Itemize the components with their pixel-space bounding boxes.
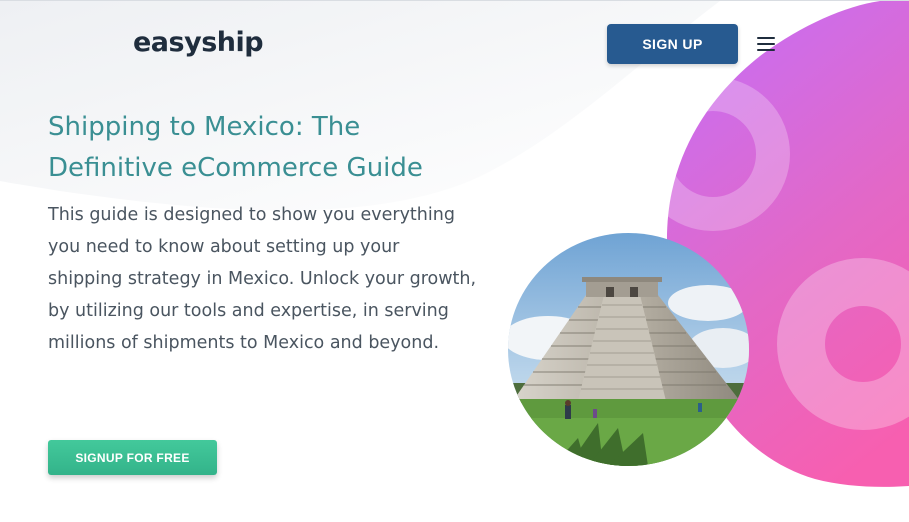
title-line-1: Shipping to Mexico: The [48,112,361,142]
chichen-itza-pyramid-photo [508,233,749,466]
signup-button[interactable]: SIGN UP [607,24,738,64]
hero-description: This guide is designed to show you every… [48,205,477,353]
signup-for-free-button[interactable]: SIGNUP FOR FREE [48,440,217,475]
menu-bar [757,43,775,45]
menu-bar [757,37,775,39]
menu-bar [757,49,775,51]
easyship-logo[interactable]: easyship [133,27,264,58]
title-line-2: Definitive eCommerce Guide [48,153,423,183]
hamburger-menu-icon[interactable] [757,36,775,52]
page-title: Shipping to Mexico: The Definitive eComm… [48,107,488,189]
